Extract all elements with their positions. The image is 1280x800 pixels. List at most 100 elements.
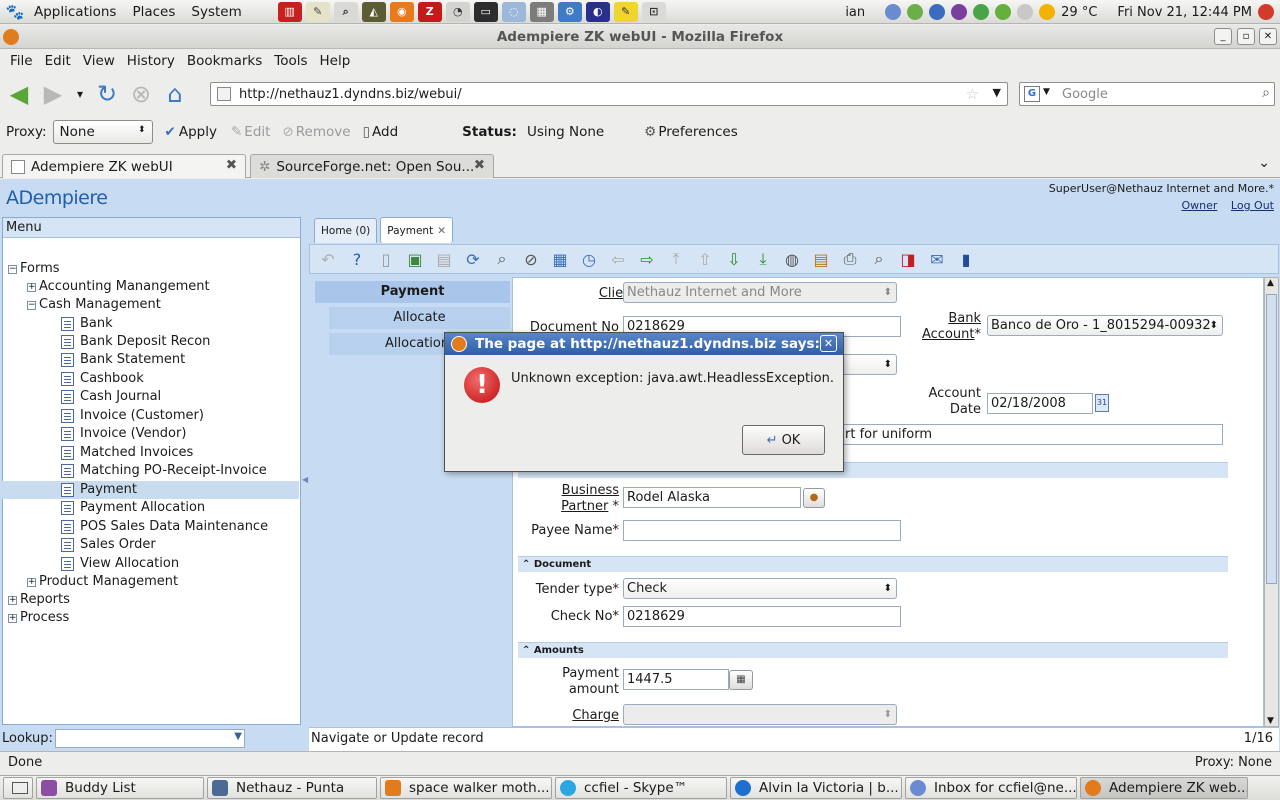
menu-help[interactable]: Help [314,53,357,69]
minimize-button[interactable]: _ [1214,28,1232,45]
terminal-icon[interactable]: ▭ [473,1,498,22]
copy-record-icon[interactable]: ▣ [403,248,427,270]
filezilla-icon[interactable]: Z [417,1,442,22]
task-space-walker[interactable]: space walker moth... [380,777,552,799]
new-record-icon[interactable]: ▯ [374,248,398,270]
active-workflows-icon[interactable]: ◨ [896,248,920,270]
tree-node-accounting[interactable]: + Accounting Manangement [27,278,210,296]
refresh-icon[interactable]: ⟳ [461,248,485,270]
report-icon[interactable]: ◍ [780,248,804,270]
back-arrow-icon[interactable]: ◀ [4,79,34,109]
text-editor-icon[interactable]: ✎ [305,1,330,22]
tree-item-bank[interactable]: Bank [61,315,113,333]
nav-tab-allocate[interactable]: Allocate [329,307,510,329]
settings-tray-icon[interactable] [951,4,968,20]
home-icon[interactable]: ⌂ [160,79,190,109]
preferences-button[interactable]: Preferences [658,124,737,140]
remove-button[interactable]: Remove [296,124,351,140]
tab-close-icon[interactable]: ✖ [474,157,485,173]
last-record-icon[interactable]: ⤓ [751,248,775,270]
charge-select[interactable]: ⬍ [623,704,897,725]
window-titlebar[interactable]: Adempiere ZK webUI - Mozilla Firefox _ ▫… [0,25,1280,49]
weather-text[interactable]: 29 °C [1061,5,1097,20]
search-input[interactable]: Google [1062,87,1108,102]
tree-node-reports[interactable]: + Reports [8,591,70,609]
first-record-icon[interactable]: ⤒ [664,248,688,270]
tree-item-sales-order[interactable]: Sales Order [61,536,156,554]
print-icon[interactable]: ⎙ [838,248,862,270]
url-bar[interactable]: http://nethauz1.dyndns.biz/webui/ ☆ ▼ [210,82,1008,106]
battery-icon[interactable] [995,4,1012,20]
chart-tool-icon[interactable]: ⚙ [557,1,582,22]
tab-close-icon[interactable]: ✖ [226,157,237,173]
tree-node-process[interactable]: + Process [8,609,69,627]
tree-item-cashbook[interactable]: Cashbook [61,370,144,388]
volume-icon[interactable] [1017,4,1034,20]
account-date-field[interactable]: 02/18/2008 [987,393,1093,414]
applications-menu[interactable]: Applications [26,4,124,20]
check-no-field[interactable]: 0218629 [623,606,901,627]
tab-close-icon[interactable]: ✕ [437,225,446,237]
show-desktop-button[interactable] [3,777,33,799]
tab-payment[interactable]: Payment ✕ [380,217,453,243]
payee-name-field[interactable] [623,520,901,541]
url-text[interactable]: http://nethauz1.dyndns.biz/webui/ [239,87,462,102]
gnome-foot-icon[interactable]: 🐾 [4,2,26,22]
lookup-dropdown-icon[interactable]: ▼ [234,731,242,742]
next-record-icon[interactable]: ⇨ [635,248,659,270]
tender-type-select[interactable]: Check ⬍ [623,578,897,599]
scroll-down-icon[interactable]: ▼ [1267,716,1274,726]
task-alvin[interactable]: Alvin la Victoria | b... [730,777,902,799]
task-nethauz-punta[interactable]: Nethauz - Punta [207,777,377,799]
expand-icon[interactable]: + [8,595,17,605]
browser-tab-adempiere[interactable]: Adempiere ZK webUI ✖ [2,154,246,178]
expand-icon[interactable]: + [27,577,36,587]
stop-icon[interactable]: ⊗ [126,79,156,109]
tree-node-cash-management[interactable]: − Cash Management [27,296,161,314]
clock[interactable]: Fri Nov 21, 12:44 PM [1117,5,1252,20]
tree-node-product-management[interactable]: + Product Management [27,573,178,591]
tree-item-bank-statement[interactable]: Bank Statement [61,351,185,369]
system-menu[interactable]: System [183,4,249,20]
form-scrollbar[interactable]: ▲ ▼ [1264,277,1279,727]
disk-usage-icon[interactable]: ◔ [445,1,470,22]
close-window-button[interactable]: ✕ [1259,28,1277,45]
tree-item-invoice-customer[interactable]: Invoice (Customer) [61,407,204,425]
network-icon[interactable]: ◌ [501,1,526,22]
firefox-launcher-icon[interactable]: ◉ [389,1,414,22]
apply-button[interactable]: Apply [179,124,217,140]
expand-icon[interactable]: + [8,613,17,623]
eclipse-icon[interactable]: ◐ [585,1,610,22]
tree-item-payment[interactable]: Payment [2,481,299,499]
save-icon[interactable]: ▤ [432,248,456,270]
menu-history[interactable]: History [121,53,181,69]
forward-arrow-icon[interactable]: ▶ [38,79,68,109]
tree-item-matched-invoices[interactable]: Matched Invoices [61,444,193,462]
search-tool-icon[interactable]: ⌕ [333,1,358,22]
browser-tab-sourceforge[interactable]: ✲ SourceForge.net: Open Sou... ✖ [250,154,494,178]
add-button[interactable]: Add [372,124,398,140]
zoom-across-icon[interactable]: ⌕ [867,248,891,270]
proxy-status[interactable]: Proxy: None [1195,755,1272,770]
user-name[interactable]: ian [845,5,865,20]
notes-icon[interactable]: ✎ [613,1,638,22]
previous-record-icon[interactable]: ⇦ [606,248,630,270]
splitter-collapse-icon[interactable]: ◀ [302,475,308,484]
tree-item-cash-journal[interactable]: Cash Journal [61,388,161,406]
bookmark-star-icon[interactable]: ☆ [966,85,979,103]
task-skype[interactable]: ccfiel - Skype™ [555,777,727,799]
section-header-amounts[interactable]: ⌃ Amounts [518,642,1228,658]
tree-item-view-allocation[interactable]: View Allocation [61,555,179,573]
lookup-input[interactable]: ▼ [54,728,245,748]
bank-account-select[interactable]: Banco de Oro - 1_8015294-00932 ⬍ [987,315,1223,336]
proxy-select[interactable]: None ⬍ [52,120,153,144]
ignore-icon[interactable]: ↶ [316,248,340,270]
wifi-icon[interactable] [973,4,990,20]
owner-link[interactable]: Owner [1181,199,1217,212]
product-info-icon[interactable]: ▮ [954,248,978,270]
request-icon[interactable]: ✉ [925,248,949,270]
calculator-icon[interactable]: ▦ [529,1,554,22]
tree-item-invoice-vendor[interactable]: Invoice (Vendor) [61,425,186,443]
task-adempiere[interactable]: Adempiere ZK web... [1080,777,1248,799]
client-field[interactable]: Nethauz Internet and More ⬍ [623,282,897,303]
